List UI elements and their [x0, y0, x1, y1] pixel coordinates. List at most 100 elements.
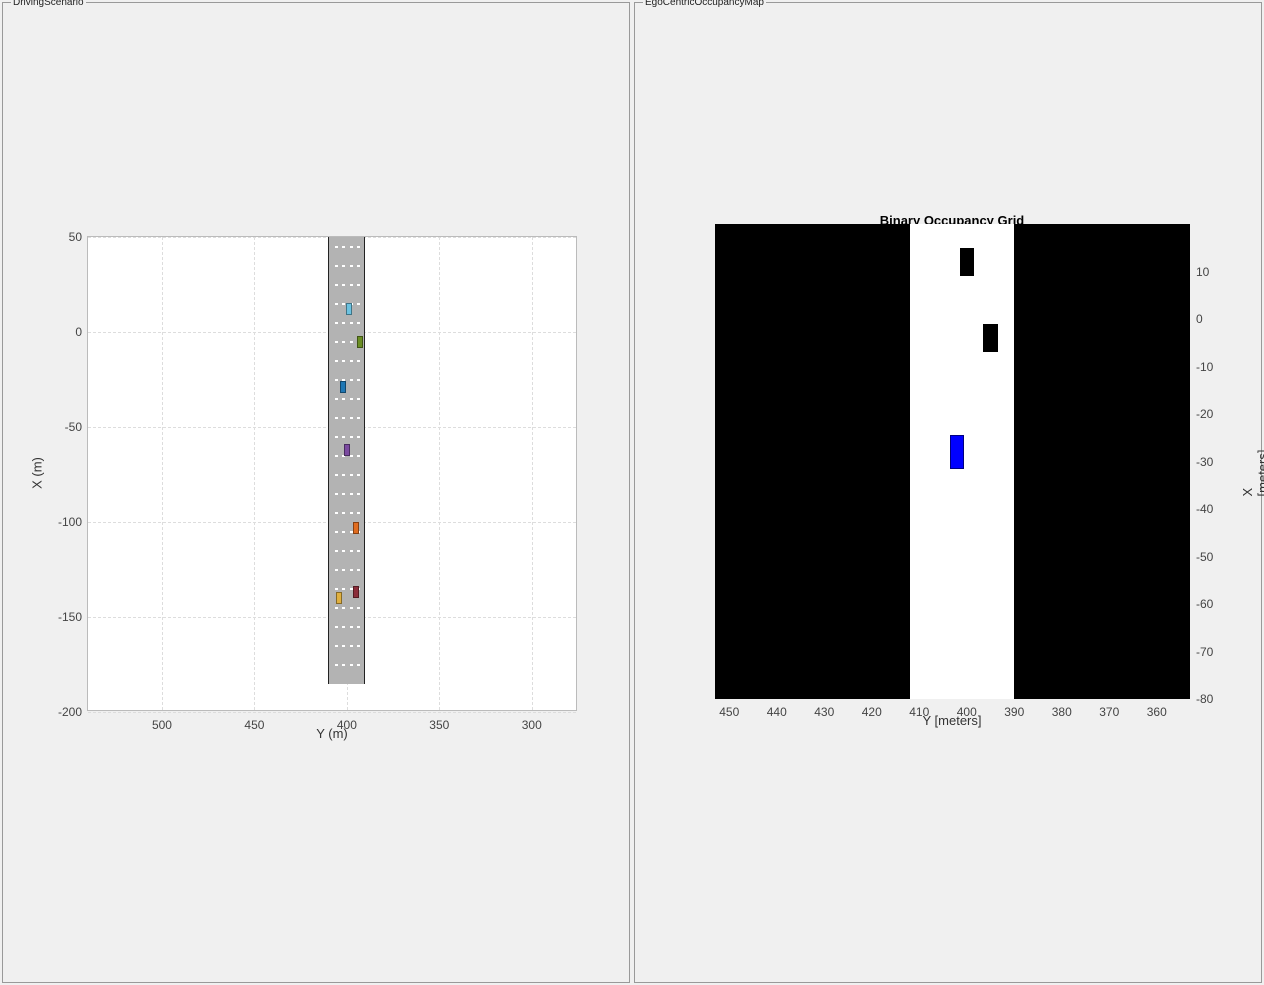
lane-dash [357, 455, 360, 457]
lane-dash [342, 303, 345, 305]
lane-dash [335, 436, 338, 438]
lane-dash [350, 322, 353, 324]
lane-dash [350, 436, 353, 438]
lane-dash [357, 512, 360, 514]
xtick-label: 350 [429, 718, 449, 732]
occ-xtick-label: 390 [1004, 705, 1024, 719]
lane-dash [350, 588, 353, 590]
lane-dash [350, 398, 353, 400]
lane-dash [335, 474, 338, 476]
occupancy-xlabel: Y [meters] [922, 713, 981, 728]
occ-ytick-label: 10 [1196, 265, 1209, 279]
veh-maroon [353, 586, 359, 598]
lane-dash [335, 588, 338, 590]
occ-xtick-label: 450 [719, 705, 739, 719]
lane-dash [342, 322, 345, 324]
lane-dash [342, 474, 345, 476]
lane-dash [342, 493, 345, 495]
lane-dash [357, 493, 360, 495]
occ-xtick-label: 360 [1147, 705, 1167, 719]
lane-dash [350, 417, 353, 419]
lane-dash [357, 550, 360, 552]
lane-dash [335, 493, 338, 495]
gridline-h [88, 712, 576, 713]
occupancy-axes: 360370380390400410420430440450-80-70-60-… [715, 224, 1190, 699]
lane-dash [357, 645, 360, 647]
lane-dash [342, 398, 345, 400]
lane-dash [335, 569, 338, 571]
occ-ytick-label: -50 [1196, 550, 1213, 564]
panel-title-right: EgoCentricOccupancyMap [643, 0, 766, 8]
lane-dash [335, 398, 338, 400]
occ-xtick-label: 380 [1052, 705, 1072, 719]
lane-dash [350, 455, 353, 457]
veh-yellow [336, 592, 342, 604]
scenario-axes: 300350400450500-200-150-100-50050 [87, 236, 577, 711]
lane-dash [350, 474, 353, 476]
veh-purple [344, 444, 350, 456]
lane-dash [335, 455, 338, 457]
lane-dash [335, 246, 338, 248]
lane-dash [357, 322, 360, 324]
lane-dash [342, 588, 345, 590]
lane-dash [350, 531, 353, 533]
veh-orange [353, 522, 359, 534]
occupancy-ylabel: X [meters] [1240, 450, 1264, 497]
lane-dash [350, 341, 353, 343]
lane-dash [350, 379, 353, 381]
lane-dash [357, 436, 360, 438]
lane-dash [342, 512, 345, 514]
lane-dash [350, 360, 353, 362]
occ-ytick-label: 0 [1196, 312, 1203, 326]
lane-dash [350, 569, 353, 571]
occupancy-chart[interactable]: Binary Occupancy Grid 360370380390400410… [715, 203, 1190, 699]
lane-dash [350, 664, 353, 666]
ytick-label: -150 [58, 610, 88, 624]
lane-dash [342, 645, 345, 647]
lane-dash [342, 626, 345, 628]
obstacle-0 [960, 248, 974, 277]
scenario-ylabel: X (m) [30, 457, 45, 489]
lane-dash [357, 284, 360, 286]
occ-ytick-label: -80 [1196, 692, 1213, 706]
lane-dash [357, 303, 360, 305]
lane-dash [350, 645, 353, 647]
lane-dash [335, 284, 338, 286]
lane-dash [357, 474, 360, 476]
gridline-v [532, 237, 533, 710]
lane-dash [335, 341, 338, 343]
veh-green [357, 336, 363, 348]
veh-blue [340, 381, 346, 393]
occupancy-map-panel: EgoCentricOccupancyMap Binary Occupancy … [634, 2, 1262, 983]
lane-dash [335, 531, 338, 533]
lane-dash [357, 265, 360, 267]
occ-ytick-label: -30 [1196, 455, 1213, 469]
lane-dash [342, 531, 345, 533]
lane-dash [357, 664, 360, 666]
lane-dash [350, 607, 353, 609]
occ-ytick-label: -10 [1196, 360, 1213, 374]
occ-ytick-label: -20 [1196, 407, 1213, 421]
scenario-chart[interactable]: 300350400450500-200-150-100-50050 Y (m) … [87, 236, 577, 711]
occ-xtick-label: 370 [1099, 705, 1119, 719]
lane-dash [357, 607, 360, 609]
gridline-v [439, 237, 440, 710]
lane-dash [335, 379, 338, 381]
lane-dash [335, 417, 338, 419]
lane-dash [357, 417, 360, 419]
lane-dash [342, 246, 345, 248]
driving-scenario-panel: DrivingScenario 300350400450500-200-150-… [2, 2, 630, 983]
lane-dash [335, 607, 338, 609]
xtick-label: 450 [244, 718, 264, 732]
lane-dash [342, 360, 345, 362]
gridline-v [162, 237, 163, 710]
occ-ytick-label: -60 [1196, 597, 1213, 611]
lane-dash [357, 246, 360, 248]
lane-dash [350, 626, 353, 628]
lane-dash [357, 398, 360, 400]
occ-ytick-label: -70 [1196, 645, 1213, 659]
lane-dash [342, 664, 345, 666]
lane-dash [335, 322, 338, 324]
lane-dash [357, 569, 360, 571]
obstacle-1 [983, 324, 997, 353]
